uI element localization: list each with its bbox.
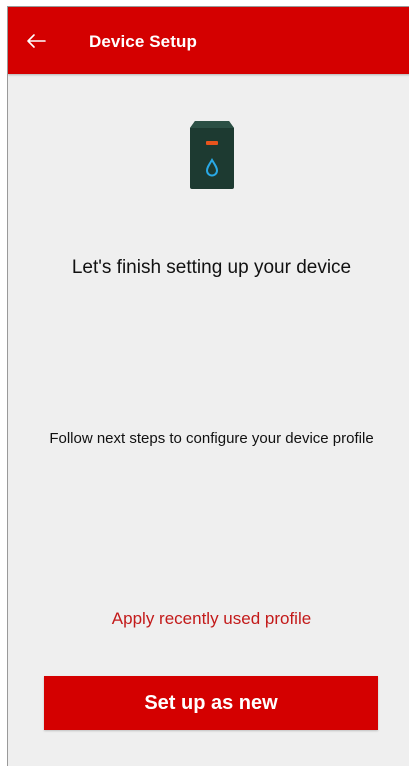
set-up-as-new-button[interactable]: Set up as new	[44, 676, 378, 730]
water-sensor-device-icon	[190, 121, 234, 189]
setup-heading: Let's finish setting up your device	[71, 257, 352, 278]
screen: Device Setup Let's finish setting up you…	[7, 6, 409, 766]
arrow-left-icon	[27, 34, 46, 48]
app-bar: Device Setup	[8, 7, 409, 74]
setup-description: Follow next steps to configure your devi…	[49, 430, 374, 447]
page-title: Device Setup	[89, 32, 197, 51]
back-button[interactable]	[22, 27, 50, 55]
apply-recent-profile-link[interactable]: Apply recently used profile	[8, 609, 409, 629]
